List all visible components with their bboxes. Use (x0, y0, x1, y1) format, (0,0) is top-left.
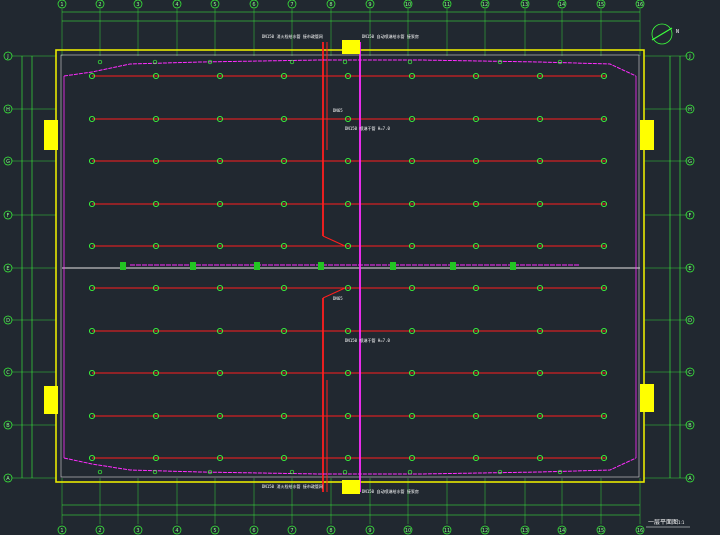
row-axis-label: F (689, 213, 692, 219)
column-axis-label: 11 (444, 2, 450, 8)
pipe-tag-1: DN65 (333, 108, 343, 113)
column-axis-label: 12 (482, 2, 488, 8)
pipe-tag-2: DN65 (333, 296, 343, 301)
bottom-equipment-block (342, 480, 360, 494)
row-axis-label: F (7, 213, 10, 219)
row-axis-label: G (688, 159, 692, 165)
column-axis-label: 9 (368, 2, 371, 8)
column-axis-label: 15 (598, 2, 604, 8)
column-axis-label: 10 (405, 2, 411, 8)
column-axis-label: 1 (60, 2, 63, 8)
row-axis-label: J (6, 54, 8, 60)
row-axis-label: E (688, 266, 691, 272)
top-equipment-block (342, 40, 360, 54)
column-axis-label: 13 (522, 528, 528, 534)
column-axis-label: 7 (290, 2, 293, 8)
row-axis-label: A (6, 476, 10, 482)
floor-plan-drawing: 1122334455667788991010111112121313141415… (0, 0, 720, 535)
west-hydrant-cabinet-south (44, 386, 58, 414)
row-axis-label: J (688, 54, 690, 60)
annotation-mid-2: DN150 喷淋干管 H=7.0 (345, 337, 390, 343)
row-axis-label: E (6, 266, 9, 272)
column-axis-label: 16 (637, 2, 643, 8)
divider-valve-marker (510, 262, 516, 270)
column-axis-label: 8 (329, 528, 332, 534)
column-axis-label: 4 (175, 528, 178, 534)
annotation-bottom-2: DN150 自动喷淋给水管 接泵房 (362, 488, 419, 494)
annotation-bottom-1: DN150 消火栓给水管 接市政管网 (262, 483, 323, 489)
east-hydrant-cabinet-south (640, 384, 654, 412)
column-axis-label: 2 (98, 528, 101, 534)
divider-valve-marker (318, 262, 324, 270)
divider-valve-marker (120, 262, 126, 270)
column-axis-label: 13 (522, 2, 528, 8)
divider-valve-marker (390, 262, 396, 270)
column-axis-label: 12 (482, 528, 488, 534)
column-axis-label: 14 (559, 2, 565, 8)
column-axis-label: 2 (98, 2, 101, 8)
column-axis-label: 3 (136, 2, 139, 8)
column-axis-label: 11 (444, 528, 450, 534)
column-axis-label: 6 (252, 528, 255, 534)
annotation-top-2: DN150 自动喷淋给水管 接泵房 (362, 33, 419, 39)
row-axis-label: B (688, 423, 692, 429)
row-axis-label: C (6, 370, 10, 376)
row-axis-label: A (688, 476, 692, 482)
row-axis-label: D (688, 318, 692, 324)
row-axis-label: H (6, 107, 10, 113)
annotation-top-1: DN150 消火栓给水管 接市政管网 (262, 33, 323, 39)
column-axis-label: 14 (559, 528, 565, 534)
column-axis-label: 3 (136, 528, 139, 534)
column-axis-label: 10 (405, 528, 411, 534)
column-axis-label: 5 (213, 2, 216, 8)
row-axis-label: H (688, 107, 692, 113)
column-axis-label: 1 (60, 528, 63, 534)
drawing-title: 一层平面图 (648, 519, 678, 526)
north-arrow-label: N (676, 29, 679, 35)
annotation-mid-1: DN150 喷淋干管 H=7.0 (345, 125, 390, 131)
column-axis-label: 9 (368, 528, 371, 534)
row-axis-label: G (6, 159, 10, 165)
column-axis-label: 5 (213, 528, 216, 534)
west-hydrant-cabinet-north (44, 120, 58, 150)
column-axis-label: 4 (175, 2, 178, 8)
column-axis-label: 7 (290, 528, 293, 534)
column-axis-label: 15 (598, 528, 604, 534)
column-axis-label: 16 (637, 528, 643, 534)
divider-valve-marker (450, 262, 456, 270)
drawing-title-scale: 1:1 (678, 520, 685, 525)
divider-valve-marker (254, 262, 260, 270)
divider-valve-marker (190, 262, 196, 270)
row-axis-label: D (6, 318, 10, 324)
east-hydrant-cabinet-north (640, 120, 654, 150)
row-axis-label: C (688, 370, 692, 376)
row-axis-label: B (6, 423, 10, 429)
column-axis-label: 6 (252, 2, 255, 8)
column-axis-label: 8 (329, 2, 332, 8)
